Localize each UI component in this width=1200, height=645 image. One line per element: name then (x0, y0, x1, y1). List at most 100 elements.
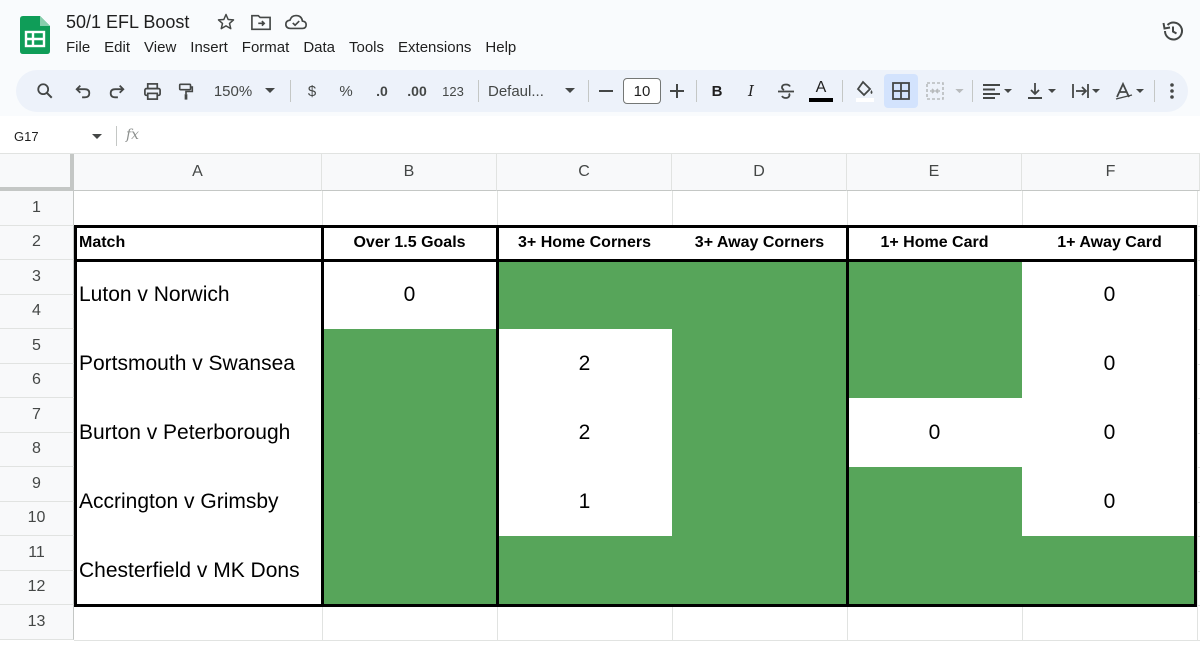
row-header-11[interactable]: 11 (0, 536, 74, 571)
menu-help[interactable]: Help (485, 39, 524, 56)
column-header-e[interactable]: E (847, 154, 1022, 191)
column-header-b[interactable]: B (322, 154, 497, 191)
star-icon[interactable] (216, 12, 238, 34)
zoom-select[interactable]: 150% (208, 70, 258, 112)
font-dropdown-icon[interactable] (562, 70, 578, 112)
header-cell-0[interactable]: Match (74, 225, 322, 260)
row-header-10[interactable]: 10 (0, 501, 74, 536)
market-cell[interactable] (1022, 536, 1197, 605)
market-cell[interactable]: 0 (1022, 260, 1197, 329)
market-cell[interactable] (322, 398, 497, 467)
header-cell-2[interactable]: 3+ Home Corners (497, 225, 672, 260)
match-cell[interactable]: Accrington v Grimsby (74, 467, 322, 536)
decrease-font-size-icon[interactable] (596, 70, 616, 112)
column-header-a[interactable]: A (74, 154, 322, 191)
row-header-7[interactable]: 7 (0, 398, 74, 433)
fill-color-icon[interactable] (852, 70, 878, 112)
menu-file[interactable]: File (66, 39, 98, 56)
sheets-logo-icon[interactable] (20, 16, 50, 54)
menu-edit[interactable]: Edit (104, 39, 138, 56)
market-cell[interactable]: 0 (1022, 398, 1197, 467)
column-header-f[interactable]: F (1022, 154, 1200, 191)
header-cell-4[interactable]: 1+ Home Card (847, 225, 1022, 260)
italic-button[interactable]: I (740, 70, 762, 112)
market-cell[interactable]: 2 (497, 398, 672, 467)
menu-insert[interactable]: Insert (190, 39, 236, 56)
name-box-dropdown-icon[interactable] (92, 134, 102, 140)
market-cell[interactable] (847, 329, 1022, 398)
increase-font-size-icon[interactable] (666, 70, 688, 112)
search-menus-icon[interactable] (32, 70, 58, 112)
row-header-6[interactable]: 6 (0, 363, 74, 398)
row-header-9[interactable]: 9 (0, 467, 74, 502)
market-cell[interactable] (672, 536, 847, 605)
row-header-2[interactable]: 2 (0, 225, 74, 260)
market-cell[interactable] (672, 329, 847, 398)
increase-decimal-button[interactable]: .00 (402, 70, 432, 112)
horizontal-align-icon[interactable] (980, 70, 1016, 112)
market-cell[interactable]: 2 (497, 329, 672, 398)
version-history-icon[interactable] (1160, 18, 1186, 44)
merge-dropdown-icon[interactable] (952, 70, 966, 112)
market-cell[interactable]: 0 (1022, 467, 1197, 536)
header-cell-5[interactable]: 1+ Away Card (1022, 225, 1197, 260)
market-cell[interactable] (847, 260, 1022, 329)
menu-extensions[interactable]: Extensions (398, 39, 479, 56)
match-cell[interactable]: Luton v Norwich (74, 260, 322, 329)
zoom-dropdown-icon[interactable] (262, 70, 278, 112)
cloud-saved-icon[interactable] (284, 12, 307, 34)
market-cell[interactable] (672, 398, 847, 467)
column-header-d[interactable]: D (672, 154, 847, 191)
font-size-input[interactable]: 10 (623, 78, 661, 104)
market-cell[interactable] (672, 467, 847, 536)
market-cell[interactable] (672, 260, 847, 329)
match-cell[interactable]: Portsmouth v Swansea (74, 329, 322, 398)
market-cell[interactable] (322, 536, 497, 605)
undo-icon[interactable] (70, 70, 96, 112)
redo-icon[interactable] (104, 70, 130, 112)
market-cell[interactable] (497, 260, 672, 329)
menu-tools[interactable]: Tools (349, 39, 392, 56)
market-cell[interactable] (322, 329, 497, 398)
column-header-c[interactable]: C (497, 154, 672, 191)
strikethrough-icon[interactable] (774, 70, 798, 112)
text-wrapping-icon[interactable] (1068, 70, 1104, 112)
menu-view[interactable]: View (144, 39, 184, 56)
row-header-3[interactable]: 3 (0, 260, 74, 295)
text-color-button[interactable]: A (808, 70, 834, 112)
menu-format[interactable]: Format (242, 39, 298, 56)
market-cell[interactable] (322, 467, 497, 536)
market-cell[interactable]: 1 (497, 467, 672, 536)
market-cell[interactable] (847, 536, 1022, 605)
vertical-align-icon[interactable] (1024, 70, 1060, 112)
document-title[interactable]: 50/1 EFL Boost (66, 12, 189, 33)
number-format-button[interactable]: 123 (438, 70, 468, 112)
spreadsheet-grid[interactable]: A B C D E F 1 2 3 4 5 6 7 8 9 10 11 12 13 Match Over 1.5 Goa… (0, 154, 1200, 645)
text-rotation-icon[interactable] (1112, 70, 1148, 112)
row-header-1[interactable]: 1 (0, 191, 74, 226)
market-cell[interactable] (497, 536, 672, 605)
match-cell[interactable]: Burton v Peterborough (74, 398, 322, 467)
merge-cells-icon[interactable] (922, 70, 948, 112)
row-header-12[interactable]: 12 (0, 570, 74, 605)
move-folder-icon[interactable] (250, 12, 272, 34)
market-cell[interactable]: 0 (1022, 329, 1197, 398)
row-header-13[interactable]: 13 (0, 605, 74, 640)
market-cell[interactable]: 0 (322, 260, 497, 329)
menu-data[interactable]: Data (303, 39, 343, 56)
print-icon[interactable] (139, 70, 165, 112)
paint-format-icon[interactable] (173, 70, 199, 112)
market-cell[interactable] (847, 467, 1022, 536)
more-options-icon[interactable] (1162, 70, 1182, 112)
currency-format-button[interactable]: $ (300, 70, 324, 112)
header-cell-3[interactable]: 3+ Away Corners (672, 225, 847, 260)
match-cell[interactable]: Chesterfield v MK Dons (74, 536, 322, 605)
decrease-decimal-button[interactable]: .0 (368, 70, 396, 112)
row-header-8[interactable]: 8 (0, 432, 74, 467)
font-select[interactable]: Defaul... (488, 70, 556, 112)
borders-icon[interactable] (888, 70, 914, 112)
percent-format-button[interactable]: % (334, 70, 358, 112)
row-header-4[interactable]: 4 (0, 294, 74, 329)
bold-button[interactable]: B (706, 70, 728, 112)
select-all-corner[interactable] (0, 154, 74, 191)
